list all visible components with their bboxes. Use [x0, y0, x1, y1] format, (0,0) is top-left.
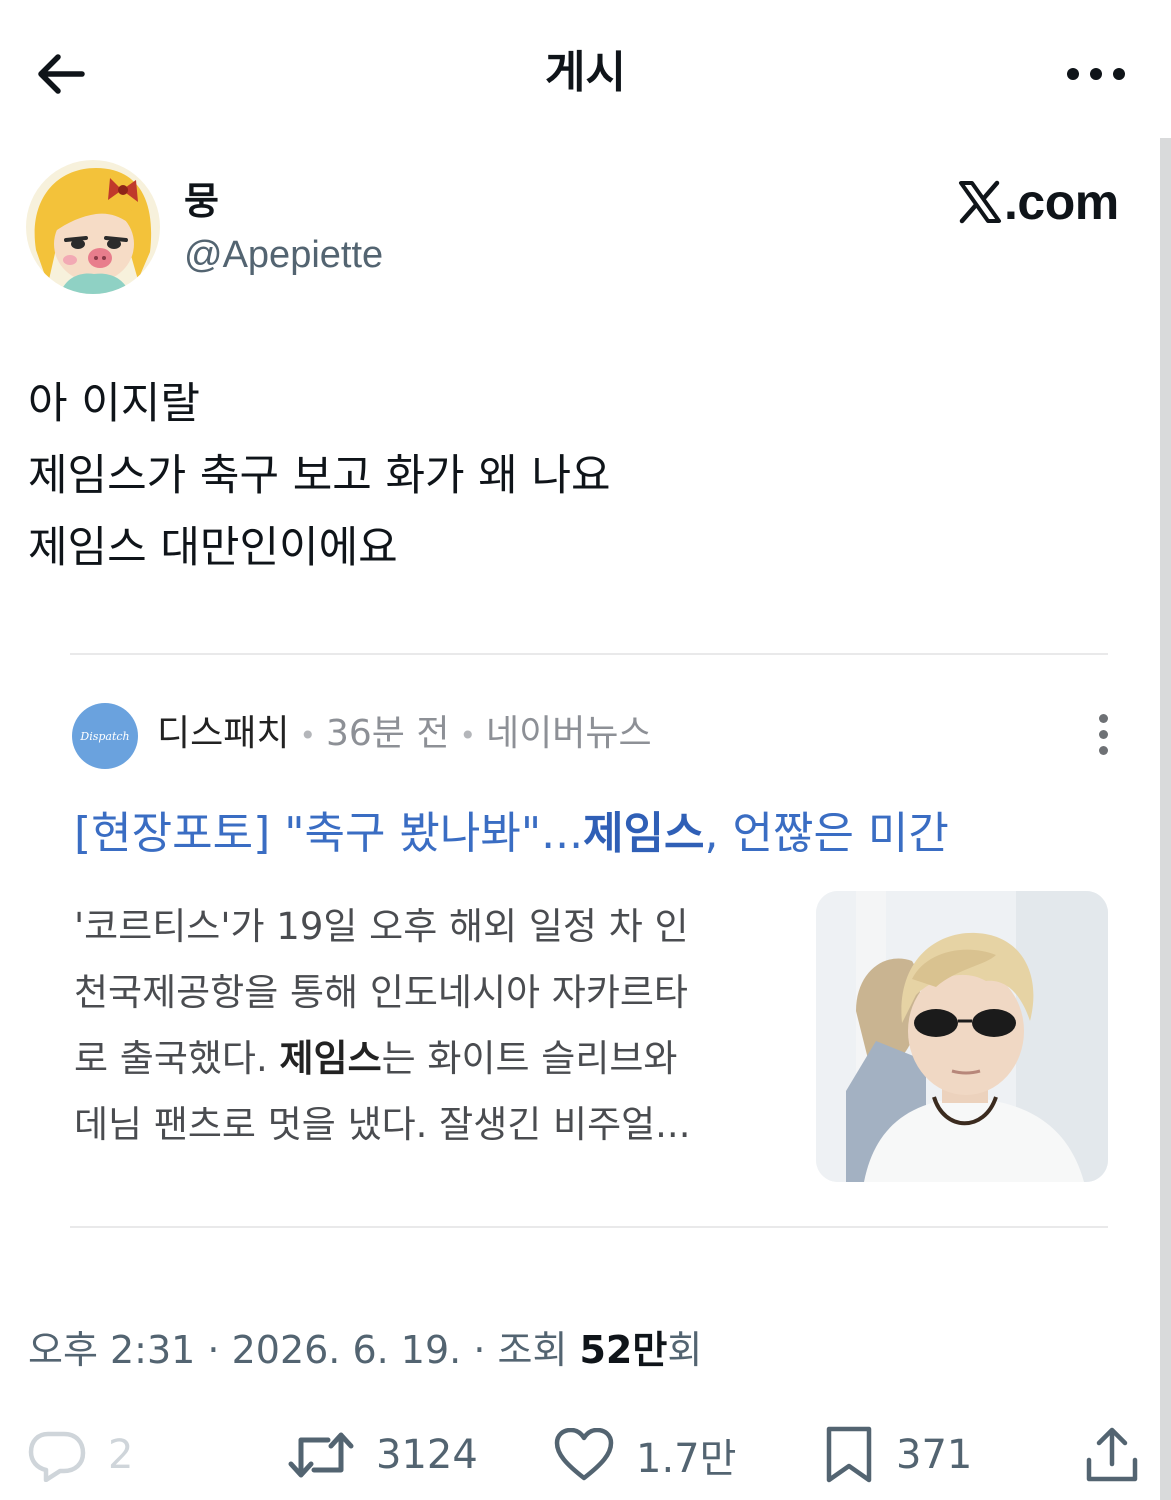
reply-count: 2: [108, 1432, 134, 1478]
summary-line: 천국제공항을 통해 인도네시아 자카르타: [74, 971, 688, 1014]
reply-icon: [28, 1431, 86, 1482]
card-headline: [현장포토] "축구 봤나봐"...제임스, 언짢은 미간: [74, 808, 949, 859]
x-logo-icon: [959, 180, 1001, 224]
card-meta: 디스패치 • 36분 전 • 네이버뉴스: [157, 706, 652, 764]
share-icon: [1086, 1427, 1138, 1482]
view-count[interactable]: 52만: [579, 1328, 667, 1372]
post-meta: 오후 2:31 · 2026. 6. 19. · 조회 52만회: [28, 1328, 703, 1372]
card-summary: '코르티스'가 19일 오후 해외 일정 차 인 천국제공항을 통해 인도네시아…: [74, 894, 774, 1158]
bookmark-icon: [826, 1426, 872, 1483]
like-count: 1.7만: [636, 1436, 737, 1482]
repost-icon: [288, 1432, 354, 1478]
post-date: 2026. 6. 19.: [231, 1328, 462, 1372]
summary-line: 데님 팬츠로 멋을 냈다. 잘생긴 비주얼...: [74, 1103, 691, 1146]
repost-count: 3124: [376, 1432, 478, 1478]
heart-icon: [554, 1428, 614, 1481]
scrollbar[interactable]: [1160, 138, 1171, 1500]
post-line: 아 이지랄: [28, 379, 200, 429]
dispatch-logo: Dispatch: [72, 703, 138, 769]
repost-button[interactable]: 3124: [288, 1420, 478, 1490]
post-line: 제임스가 축구 보고 화가 왜 나요: [28, 451, 611, 501]
bookmark-count: 371: [896, 1432, 973, 1478]
more-horizontal-icon: [1067, 68, 1125, 80]
avatar[interactable]: [26, 160, 160, 294]
card-platform: 네이버뉴스: [486, 713, 652, 754]
post-line: 제임스 대만인이에요: [28, 523, 398, 573]
divider: [70, 653, 1108, 655]
divider: [70, 1226, 1108, 1228]
author-name[interactable]: 뭉: [184, 175, 219, 227]
dot-separator: •: [299, 719, 316, 752]
more-button[interactable]: [1058, 44, 1134, 104]
share-button[interactable]: [1084, 1420, 1140, 1490]
post-text: 아 이지랄 제임스가 축구 보고 화가 왜 나요 제임스 대만인이에요: [28, 368, 611, 584]
x-com-watermark: .com: [958, 174, 1119, 230]
card-thumbnail: [816, 891, 1108, 1182]
reply-button[interactable]: 2: [28, 1420, 133, 1490]
summary-line: 로 출국했다. 제임스는 화이트 슬리브와: [74, 1037, 678, 1080]
card-time: 36분 전: [326, 713, 450, 754]
author-handle[interactable]: @Apepiette: [184, 230, 383, 280]
post-time: 오후 2:31: [28, 1328, 196, 1372]
card-more-icon: [1084, 712, 1122, 756]
summary-line: '코르티스'가 19일 오후 해외 일정 차 인: [74, 905, 689, 948]
bookmark-button[interactable]: 371: [824, 1420, 972, 1490]
watermark-text: .com: [1004, 174, 1119, 230]
dot-separator: •: [459, 719, 477, 752]
card-source: 디스패치: [157, 713, 290, 754]
page-title: 게시: [545, 47, 626, 98]
like-button[interactable]: 1.7만: [554, 1420, 736, 1490]
